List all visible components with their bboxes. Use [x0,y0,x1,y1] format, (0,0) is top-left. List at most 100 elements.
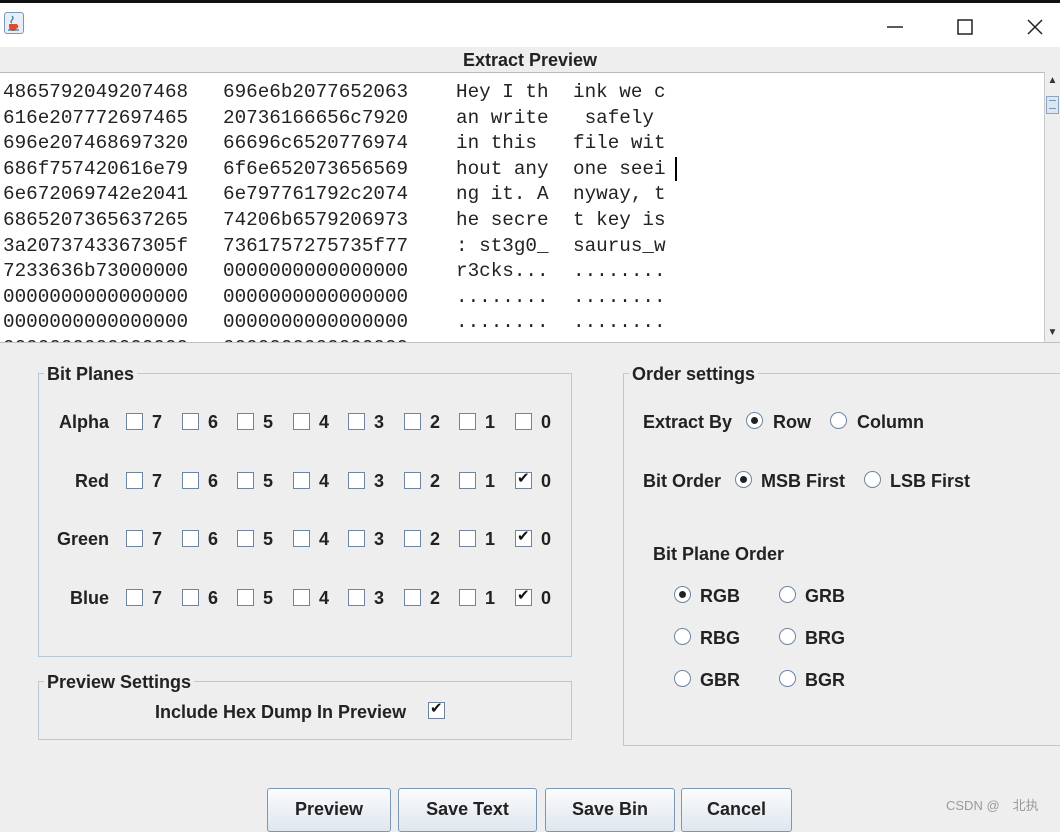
bit-label: 3 [374,588,385,608]
bit-label: 6 [208,412,219,432]
bit-label: 2 [430,471,441,491]
ascii-column: safely [573,106,666,129]
bit-label: 0 [541,471,552,491]
bit-label: 3 [374,412,385,432]
bit-checkbox-red-0[interactable] [515,469,532,489]
bit-label: 1 [485,588,496,608]
bit-label: 0 [541,412,552,432]
bit-checkbox-red-6[interactable] [182,472,199,489]
bit-checkbox-red-7[interactable] [126,472,143,489]
maximize-button[interactable] [930,6,1000,48]
split-divider[interactable] [0,342,1060,343]
java-cup-icon[interactable] [4,12,24,34]
ascii-column: he secre [456,209,549,231]
bit-checkbox-green-4[interactable] [293,530,310,547]
bit-checkbox-green-0[interactable] [515,527,532,547]
extract-by-column-label: Column [857,412,924,432]
extract-by-row-radio[interactable] [746,412,763,429]
extract-by-label: Extract By [643,412,733,432]
hex-column: 0000000000000000 [223,285,409,308]
bit-checkbox-blue-5[interactable] [237,589,254,606]
plane-order-bgr-radio[interactable] [779,670,796,687]
minimize-icon [887,26,903,28]
plane-order-grb-radio[interactable] [779,586,796,603]
hex-column: 3a2073743367305f [3,234,189,257]
hex-column: 6e672069742e2041 [3,183,189,206]
bit-checkbox-red-4[interactable] [293,472,310,489]
ascii-column: an write [456,106,549,129]
ascii-column: file wit [573,132,666,155]
plane-order-gbr-radio[interactable] [674,670,691,687]
save-bin-button[interactable]: Save Bin [545,788,675,832]
bit-checkbox-green-6[interactable] [182,530,199,547]
bit-order-msb-radio[interactable] [735,471,752,488]
ascii-column: nyway, t [573,183,666,206]
close-button[interactable] [1000,6,1060,48]
cancel-button[interactable]: Cancel [681,788,792,832]
bit-label: 3 [374,471,385,491]
save-text-button[interactable]: Save Text [398,788,537,832]
hex-column: 6f6e652073656569 [223,157,409,180]
bit-checkbox-red-2[interactable] [404,472,421,489]
bit-checkbox-alpha-6[interactable] [182,413,199,430]
bit-checkbox-green-3[interactable] [348,530,365,547]
plane-order-rgb-radio[interactable] [674,586,691,603]
bit-checkbox-green-7[interactable] [126,530,143,547]
scroll-up-arrow-icon[interactable]: ▲ [1045,72,1060,88]
bit-checkbox-green-2[interactable] [404,530,421,547]
bit-checkbox-alpha-5[interactable] [237,413,254,430]
plane-order-rbg-radio[interactable] [674,628,691,645]
preview-button[interactable]: Preview [267,788,391,832]
bit-label: 4 [319,588,330,608]
bit-checkbox-alpha-7[interactable] [126,413,143,430]
bit-checkbox-alpha-2[interactable] [404,413,421,430]
preview-scrollbar[interactable]: ▲ ▼ [1044,72,1060,342]
hex-dump-checkbox[interactable] [428,699,445,719]
bit-checkbox-alpha-1[interactable] [459,413,476,430]
ascii-column: : st3g0_ [456,234,549,257]
ascii-column: ........ [456,311,549,334]
ascii-column: ........ [573,260,666,283]
extract-by-column-radio[interactable] [830,412,847,429]
plane-order-brg-radio[interactable] [779,628,796,645]
bit-order-lsb-radio[interactable] [864,471,881,488]
bit-checkbox-green-5[interactable] [237,530,254,547]
ascii-column: Hey I th [456,81,549,103]
plane-order-rbg-label: RBG [700,628,740,648]
bit-checkbox-blue-6[interactable] [182,589,199,606]
bit-label: 1 [485,471,496,491]
ascii-column: ........ [573,285,666,308]
scroll-thumb[interactable] [1046,96,1059,114]
ascii-column: ng it. A [456,183,549,206]
ascii-column: saurus_w [573,234,666,257]
ascii-column: one seei [573,157,666,180]
title-bar [0,0,1060,47]
bit-checkbox-alpha-3[interactable] [348,413,365,430]
bit-checkbox-red-1[interactable] [459,472,476,489]
hex-column: 616e207772697465 [3,106,189,129]
bit-checkbox-blue-1[interactable] [459,589,476,606]
scroll-down-arrow-icon[interactable]: ▼ [1045,324,1060,340]
bit-checkbox-blue-0[interactable] [515,586,532,606]
hex-column: 74206b6579206973 [223,209,409,231]
bit-checkbox-alpha-4[interactable] [293,413,310,430]
bit-checkbox-blue-7[interactable] [126,589,143,606]
bit-checkbox-blue-2[interactable] [404,589,421,606]
bit-checkbox-blue-4[interactable] [293,589,310,606]
hex-column: 4865792049207468 [3,81,189,103]
ascii-column: hout any [456,157,549,180]
plane-order-rgb-label: RGB [700,586,740,606]
minimize-button[interactable] [860,6,930,48]
bit-checkbox-alpha-0[interactable] [515,413,532,430]
hex-column: 0000000000000000 [223,311,409,334]
hex-dump-label: Include Hex Dump In Preview [155,702,407,722]
close-icon [1027,19,1043,35]
bit-label: 6 [208,529,219,549]
bit-checkbox-blue-3[interactable] [348,589,365,606]
extract-preview-textarea[interactable]: 4865792049207468 696e6b2077652063 Hey I th… [0,72,1044,343]
bit-checkbox-green-1[interactable] [459,530,476,547]
extract-by-row-label: Row [773,412,811,432]
bit-checkbox-red-3[interactable] [348,472,365,489]
bit-checkbox-red-5[interactable] [237,472,254,489]
bit-label: 0 [541,529,552,549]
